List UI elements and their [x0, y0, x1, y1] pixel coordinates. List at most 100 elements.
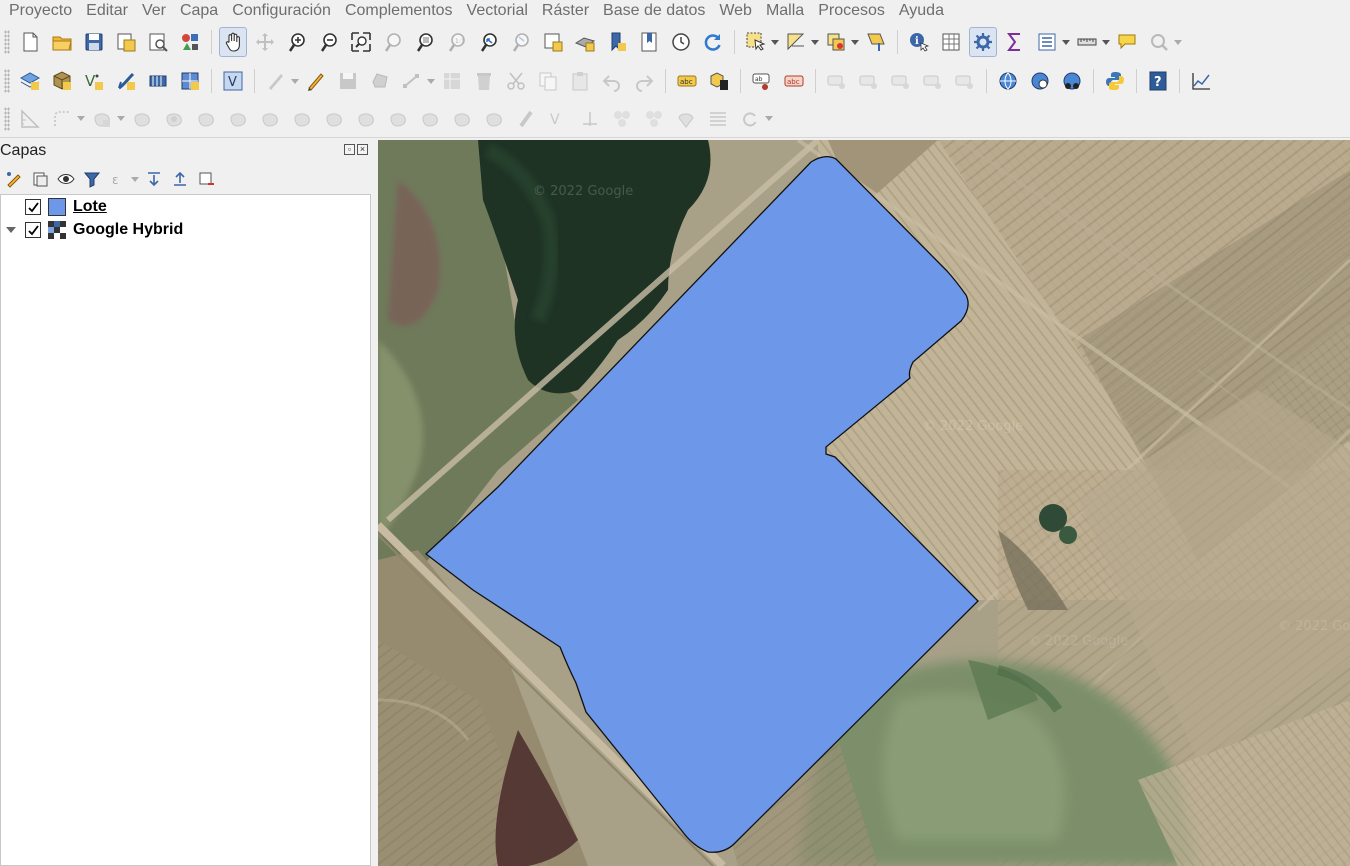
delete-ring-icon[interactable] — [192, 104, 220, 134]
change-label-icon[interactable] — [919, 66, 947, 96]
layer-name[interactable]: Google Hybrid — [73, 221, 183, 239]
paste-features-icon[interactable] — [566, 66, 594, 96]
menu-configuracion[interactable]: Configuración — [225, 0, 338, 22]
label-properties-icon[interactable] — [951, 66, 979, 96]
search-qms-icon[interactable] — [1026, 66, 1054, 96]
rotate-feature-dropdown[interactable] — [764, 104, 774, 134]
toolbar-handle[interactable] — [4, 30, 10, 54]
current-edits-dropdown[interactable] — [290, 66, 300, 96]
copy-features-icon[interactable] — [534, 66, 562, 96]
print-layout-icon[interactable] — [144, 27, 172, 57]
zoom-last-icon[interactable] — [475, 27, 503, 57]
expand-all-icon[interactable] — [142, 167, 166, 191]
offset-point-symbol-icon[interactable] — [576, 104, 604, 134]
statistical-summary-icon[interactable] — [1001, 27, 1029, 57]
save-project-icon[interactable] — [80, 27, 108, 57]
filter-dropdown[interactable] — [130, 167, 140, 191]
new-project-icon[interactable] — [16, 27, 44, 57]
zoom-native-icon[interactable]: 1:1 — [443, 27, 471, 57]
save-layer-edits-icon[interactable] — [334, 66, 362, 96]
open-table-dropdown[interactable] — [1061, 27, 1071, 57]
layer-row-google-hybrid[interactable]: Google Hybrid — [1, 219, 370, 241]
openlayers-plugin-icon[interactable] — [1058, 66, 1086, 96]
layer-diagram-icon[interactable] — [705, 66, 733, 96]
menu-proyecto[interactable]: Proyecto — [2, 0, 79, 22]
menu-editar[interactable]: Editar — [79, 0, 135, 22]
temporal-controller-icon[interactable] — [667, 27, 695, 57]
new-3d-view-icon[interactable] — [571, 27, 599, 57]
undo-icon[interactable] — [598, 66, 626, 96]
digitize-vector-icon[interactable]: V — [219, 66, 247, 96]
add-circular-string-icon[interactable] — [48, 104, 76, 134]
profile-tool-icon[interactable] — [1187, 66, 1215, 96]
menu-base-de-datos[interactable]: Base de datos — [596, 0, 712, 22]
deselect-dropdown[interactable] — [850, 27, 860, 57]
zoom-full-icon[interactable] — [347, 27, 375, 57]
collapse-all-icon[interactable] — [168, 167, 192, 191]
delete-part-icon[interactable] — [224, 104, 252, 134]
open-table-icon[interactable] — [1033, 27, 1061, 57]
close-panel-icon[interactable]: × — [357, 144, 368, 155]
measure-dropdown[interactable] — [1101, 27, 1111, 57]
layer-name[interactable]: Lote — [73, 198, 107, 216]
menu-procesos[interactable]: Procesos — [811, 0, 892, 22]
pan-map-icon[interactable] — [219, 27, 247, 57]
menu-ver[interactable]: Ver — [135, 0, 173, 22]
data-source-manager-icon[interactable] — [16, 66, 44, 96]
add-ring-icon[interactable] — [88, 104, 116, 134]
zoom-next-icon[interactable] — [507, 27, 535, 57]
new-spatialite-layer-icon[interactable] — [112, 66, 140, 96]
map-canvas[interactable]: © 2022 Google © 2022 Google © 2022 Googl… — [378, 140, 1350, 866]
scissors-merge-icon[interactable] — [608, 104, 636, 134]
add-group-icon[interactable] — [28, 167, 52, 191]
layer-visibility-checkbox[interactable] — [25, 199, 41, 215]
move-label-icon[interactable] — [855, 66, 883, 96]
layer-expander-arrow-icon[interactable] — [1, 219, 21, 241]
locator-icon[interactable] — [1145, 27, 1173, 57]
open-project-icon[interactable] — [48, 27, 76, 57]
panel-splitter[interactable] — [371, 139, 378, 866]
float-panel-icon[interactable]: ▫ — [344, 144, 355, 155]
reshape-features-icon[interactable] — [256, 104, 284, 134]
zoom-in-icon[interactable] — [283, 27, 311, 57]
toolbar-handle[interactable] — [4, 69, 10, 93]
layer-visibility-checkbox[interactable] — [25, 222, 41, 238]
add-part-icon[interactable] — [128, 104, 156, 134]
filter-legend-icon[interactable] — [80, 167, 104, 191]
new-map-view-icon[interactable] — [539, 27, 567, 57]
style-manager-icon[interactable] — [176, 27, 204, 57]
cut-features-icon[interactable] — [502, 66, 530, 96]
pin-labels-icon[interactable]: ab — [748, 66, 776, 96]
zoom-to-selection-icon[interactable] — [379, 27, 407, 57]
menu-malla[interactable]: Malla — [759, 0, 811, 22]
identify-features-icon[interactable]: i — [905, 27, 933, 57]
quickmapservices-icon[interactable] — [994, 66, 1022, 96]
vertex-tool-dropdown[interactable] — [426, 66, 436, 96]
manage-visibility-icon[interactable] — [54, 167, 78, 191]
menu-web[interactable]: Web — [712, 0, 759, 22]
zoom-to-layer-icon[interactable] — [411, 27, 439, 57]
fill-ring-icon[interactable] — [160, 104, 188, 134]
remove-layer-icon[interactable] — [194, 167, 218, 191]
toggle-editing-icon[interactable] — [302, 66, 330, 96]
layer-styling-icon[interactable] — [2, 167, 26, 191]
select-features-icon[interactable] — [742, 27, 770, 57]
reverse-line-icon[interactable] — [320, 104, 348, 134]
rotate-point-symbols-icon[interactable] — [512, 104, 540, 134]
split-parts-icon[interactable] — [448, 104, 476, 134]
simplify-features-icon[interactable] — [384, 104, 412, 134]
new-spatial-bookmark-icon[interactable] — [603, 27, 631, 57]
circular-string-dropdown[interactable] — [76, 104, 86, 134]
vertex-tool-icon[interactable] — [398, 66, 426, 96]
offset-curve-icon[interactable] — [288, 104, 316, 134]
select-by-value-icon[interactable] — [782, 27, 810, 57]
align-icon[interactable] — [704, 104, 732, 134]
add-ring-dropdown[interactable] — [116, 104, 126, 134]
advanced-digitizing-icon[interactable] — [16, 104, 44, 134]
menu-vectorial[interactable]: Vectorial — [460, 0, 535, 22]
trim-extend-icon[interactable] — [352, 104, 380, 134]
new-virtual-layer-icon[interactable] — [144, 66, 172, 96]
split-features-icon[interactable] — [416, 104, 444, 134]
python-console-icon[interactable] — [1101, 66, 1129, 96]
vertex-text-icon[interactable]: V — [544, 104, 572, 134]
